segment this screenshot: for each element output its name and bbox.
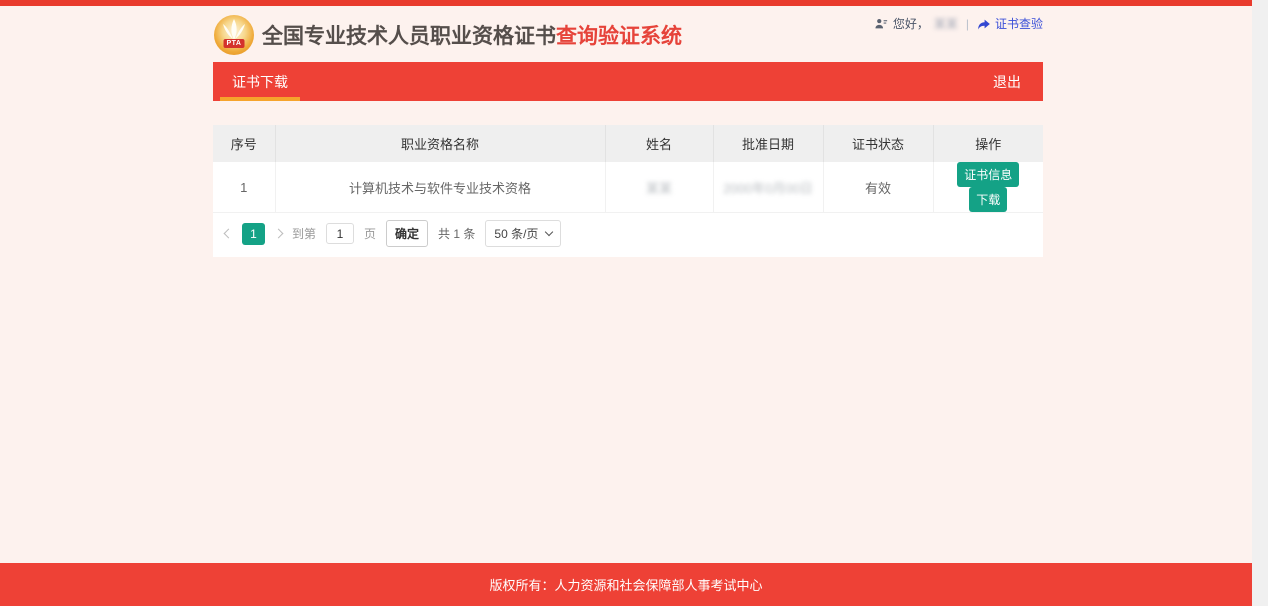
col-header-actions: 操作 [933,125,1043,162]
user-greeting: 您好， [893,15,929,32]
tab-label: 证书下载 [232,72,288,92]
forward-arrow-icon [977,17,991,31]
user-area: 您好， 某某 | 证书查验 [874,15,1043,32]
chevron-down-icon [545,228,553,236]
user-icon [874,17,888,31]
cell-qualification: 计算机技术与软件专业技术资格 [275,162,605,213]
certificate-verify-link[interactable]: 证书查验 [977,15,1043,32]
certificate-table: 序号 职业资格名称 姓名 批准日期 证书状态 操作 1 计算机技术与软件专业技术… [213,125,1043,213]
goto-label: 到第 [292,225,316,242]
tab-certificate-download[interactable]: 证书下载 [218,62,302,101]
page-size-select[interactable]: 50 条/页 [485,220,561,247]
confirm-button[interactable]: 确定 [386,220,428,247]
total-count-label: 共 1 条 [438,225,475,242]
col-header-qualification: 职业资格名称 [275,125,605,162]
scrollbar-track[interactable] [1252,0,1268,606]
page-content: PTA 全国专业技术人员职业资格证书查询验证系统 您好， 某某 | [213,6,1043,257]
approval-date-redacted: 2000年0月00日 [723,181,813,196]
logout-label: 退出 [993,72,1021,92]
site-footer: 版权所有：人力资源和社会保障部人事考试中心 [0,563,1252,606]
cell-index: 1 [213,162,275,213]
active-tab-indicator [220,97,300,101]
download-button[interactable]: 下载 [969,187,1007,212]
verify-link-label: 证书查验 [995,15,1043,32]
goto-page-input[interactable] [326,223,354,244]
current-page-button[interactable]: 1 [242,223,265,245]
logout-button[interactable]: 退出 [971,62,1043,101]
name-redacted: 某某 [646,181,672,196]
page-title: 全国专业技术人员职业资格证书查询验证系统 [262,20,682,50]
title-accent: 查询验证系统 [556,25,682,48]
cell-actions: 证书信息 下载 [933,162,1043,213]
col-header-approval-date: 批准日期 [713,125,823,162]
main-nav: 证书下载 退出 [213,62,1043,101]
certificate-info-button[interactable]: 证书信息 [957,162,1019,187]
pta-logo-icon: PTA [213,14,255,56]
prev-page-icon[interactable] [224,229,234,239]
cell-approval-date: 2000年0月00日 [713,162,823,213]
copyright-text: 版权所有：人力资源和社会保障部人事考试中心 [489,575,762,594]
user-name-redacted: 某某 [934,15,958,32]
cell-status: 有效 [823,162,933,213]
next-page-icon[interactable] [274,229,284,239]
col-header-index: 序号 [213,125,275,162]
col-header-name: 姓名 [605,125,713,162]
pta-badge-label: PTA [224,39,245,48]
certificate-table-card: 序号 职业资格名称 姓名 批准日期 证书状态 操作 1 计算机技术与软件专业技术… [213,125,1043,257]
header-separator: | [966,17,969,31]
site-header: PTA 全国专业技术人员职业资格证书查询验证系统 您好， 某某 | [213,6,1043,62]
col-header-status: 证书状态 [823,125,933,162]
pagination-bar: 1 到第 页 确定 共 1 条 50 条/页 [213,213,1043,257]
cell-name: 某某 [605,162,713,213]
brand: PTA 全国专业技术人员职业资格证书查询验证系统 [213,14,682,56]
page-size-value: 50 条/页 [494,225,538,242]
page-unit-label: 页 [364,225,376,242]
table-header-row: 序号 职业资格名称 姓名 批准日期 证书状态 操作 [213,125,1043,162]
title-main: 全国专业技术人员职业资格证书 [262,25,556,48]
table-row: 1 计算机技术与软件专业技术资格 某某 2000年0月00日 有效 证书信息 下… [213,162,1043,213]
